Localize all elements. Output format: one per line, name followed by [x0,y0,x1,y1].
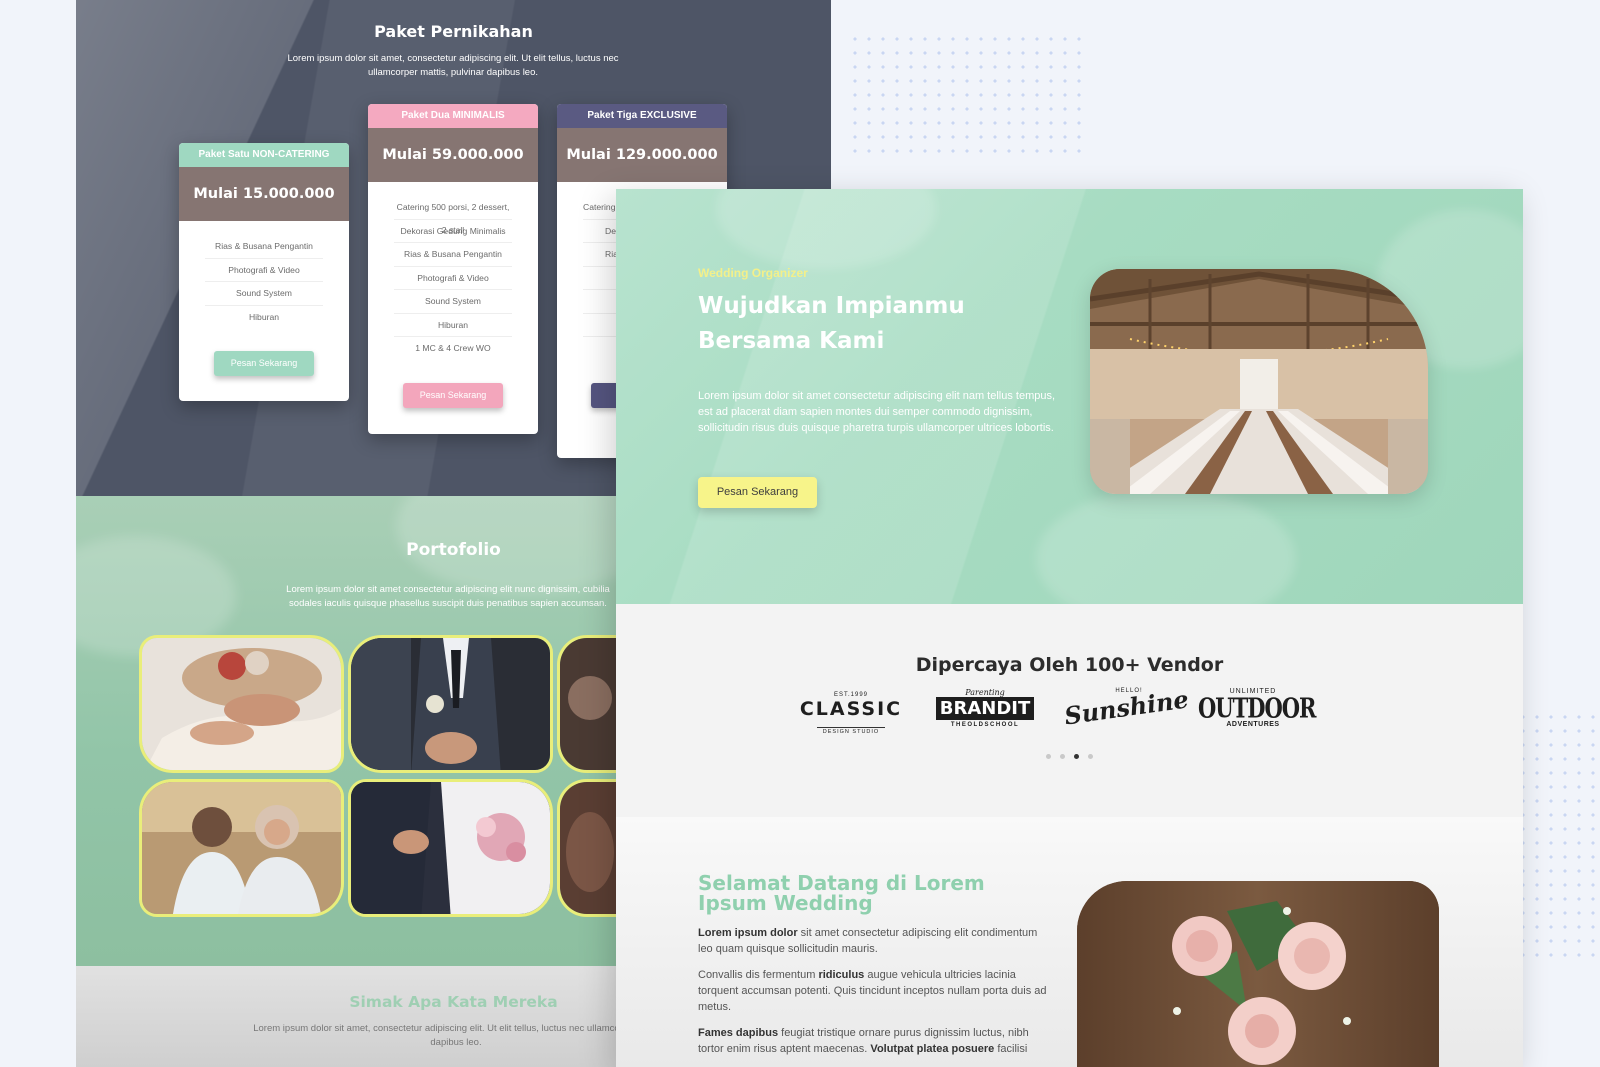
pricing-card-non-catering: Paket Satu NON-CATERING Mulai 15.000.000… [179,143,349,401]
testimonials-subtitle: Lorem ipsum dolor sit amet, consectetur … [253,1023,659,1048]
photo-couple-outdoor [142,782,341,914]
hero-eyebrow: Wedding Organizer [698,266,808,280]
portfolio-photo-couple[interactable] [139,779,344,917]
about-paragraph: Lorem ipsum dolor sit amet consectetur a… [698,925,1053,957]
feature-item: Catering 500 porsi, 2 dessert, 2 stall [394,196,512,235]
portfolio-photo-groom[interactable] [348,635,553,773]
order-button[interactable]: Pesan Sekarang [403,382,503,408]
pricing-card-price: Mulai 59.000.000 [368,128,538,182]
portfolio-photo-bouquet[interactable] [348,779,553,917]
hero-venue-photo [1090,269,1428,494]
about-section: Selamat Datang di Lorem Ipsum Wedding Lo… [616,817,1523,1067]
portfolio-subtitle: Lorem ipsum dolor sit amet consectetur a… [286,584,610,609]
vendor-logo-brandit: Parenting BRANDIT THEOLDSCHOOL [930,688,1040,748]
feature-list: Rias & Busana Pengantin Photografi & Vid… [179,221,349,329]
logo-wordmark: OUTDOOR [1198,691,1316,724]
pricing-title: Paket Pernikahan [374,22,533,41]
feature-item: Sound System [394,290,512,314]
feature-list: Catering 500 porsi, 2 dessert, 2 stall D… [368,182,538,361]
portfolio-photo-rings[interactable] [139,635,344,773]
feature-item: Rias & Busana Pengantin [205,235,323,259]
feature-item: Hiburan [248,311,280,322]
pricing-card-name: Paket Satu NON-CATERING [179,143,349,167]
pricing-card-name: Paket Dua MINIMALIS [368,104,538,128]
logo-wordmark: Sunshine [1062,684,1191,731]
vendors-section: Dipercaya Oleh 100+ Vendor EST.1999 CLAS… [616,604,1523,817]
feature-item: Rias & Busana Pengantin [394,243,512,267]
about-paragraph: Convallis dis fermentum ridiculus augue … [698,967,1053,1015]
pricing-subtitle: Lorem ipsum dolor sit amet, consectetur … [287,53,619,78]
pricing-card-name: Paket Tiga EXCLUSIVE [557,104,727,128]
feature-item: Hiburan [394,314,512,337]
pricing-card-minimalis: Paket Dua MINIMALIS Mulai 59.000.000 Cat… [368,104,538,434]
decorative-dot-grid [848,32,1088,160]
hero-section: Wedding Organizer Wujudkan Impianmu Bers… [616,189,1523,604]
vendor-logo-sunshine: HELLO! Sunshine [1062,684,1191,748]
about-bold-text: Volutpat platea posuere [870,1043,995,1055]
logo-tagline: Parenting [965,688,1005,697]
photo-rose-bouquet [1077,881,1439,1067]
feature-item: Dekorasi Gedung Minimalis [394,220,512,243]
about-roses-photo [1077,881,1439,1067]
photo-groom-suit [351,638,550,770]
carousel-dot-active[interactable] [1074,754,1079,759]
feature-item: 1 MC & 4 Crew WO [415,343,491,353]
order-button[interactable]: Pesan Sekarang [214,351,314,376]
about-bold-text: Lorem ipsum dolor [698,927,798,939]
logo-tagline: DESIGN STUDIO [816,727,886,735]
about-text: facilisi [994,1043,1028,1055]
about-text: Convallis dis fermentum [698,969,819,981]
vendor-logo-classic: EST.1999 CLASSIC DESIGN STUDIO [796,688,906,748]
hero-title: Wujudkan Impianmu Bersama Kami [698,293,965,354]
carousel-dot[interactable] [1046,754,1051,759]
about-paragraph: Fames dapibus feugiat tristique ornare p… [698,1025,1053,1057]
logo-wordmark: CLASSIC [799,698,903,720]
feature-item: Photografi & Video [205,259,323,282]
front-page-preview: Wedding Organizer Wujudkan Impianmu Bers… [616,189,1523,1067]
about-title: Selamat Datang di Lorem Ipsum Wedding [698,871,985,915]
about-bold-text: ridiculus [818,969,865,981]
photo-hands-rings [142,638,341,770]
carousel-dot[interactable] [1088,754,1093,759]
pricing-card-price: Mulai 129.000.000 [557,128,727,182]
vendor-logo-outdoor: UNLIMITED OUTDOOR ADVENTURES [1198,688,1316,748]
photo-bride-bouquet [351,782,550,914]
hero-order-button[interactable]: Pesan Sekarang [698,477,817,508]
logo-wordmark: BRANDIT [935,697,1035,720]
pricing-card-price: Mulai 15.000.000 [179,167,349,221]
feature-item: Photografi & Video [394,267,512,290]
decorative-dot-grid [1516,710,1600,960]
carousel-dot[interactable] [1060,754,1065,759]
about-bold-text: Fames dapibus [698,1027,779,1039]
feature-item: Sound System [205,282,323,306]
photo-wedding-hall [1090,269,1428,494]
hero-description: Lorem ipsum dolor sit amet consectetur a… [698,390,1056,434]
logo-tagline: THEOLDSCHOOL [950,722,1020,728]
vendors-title: Dipercaya Oleh 100+ Vendor [915,654,1224,676]
